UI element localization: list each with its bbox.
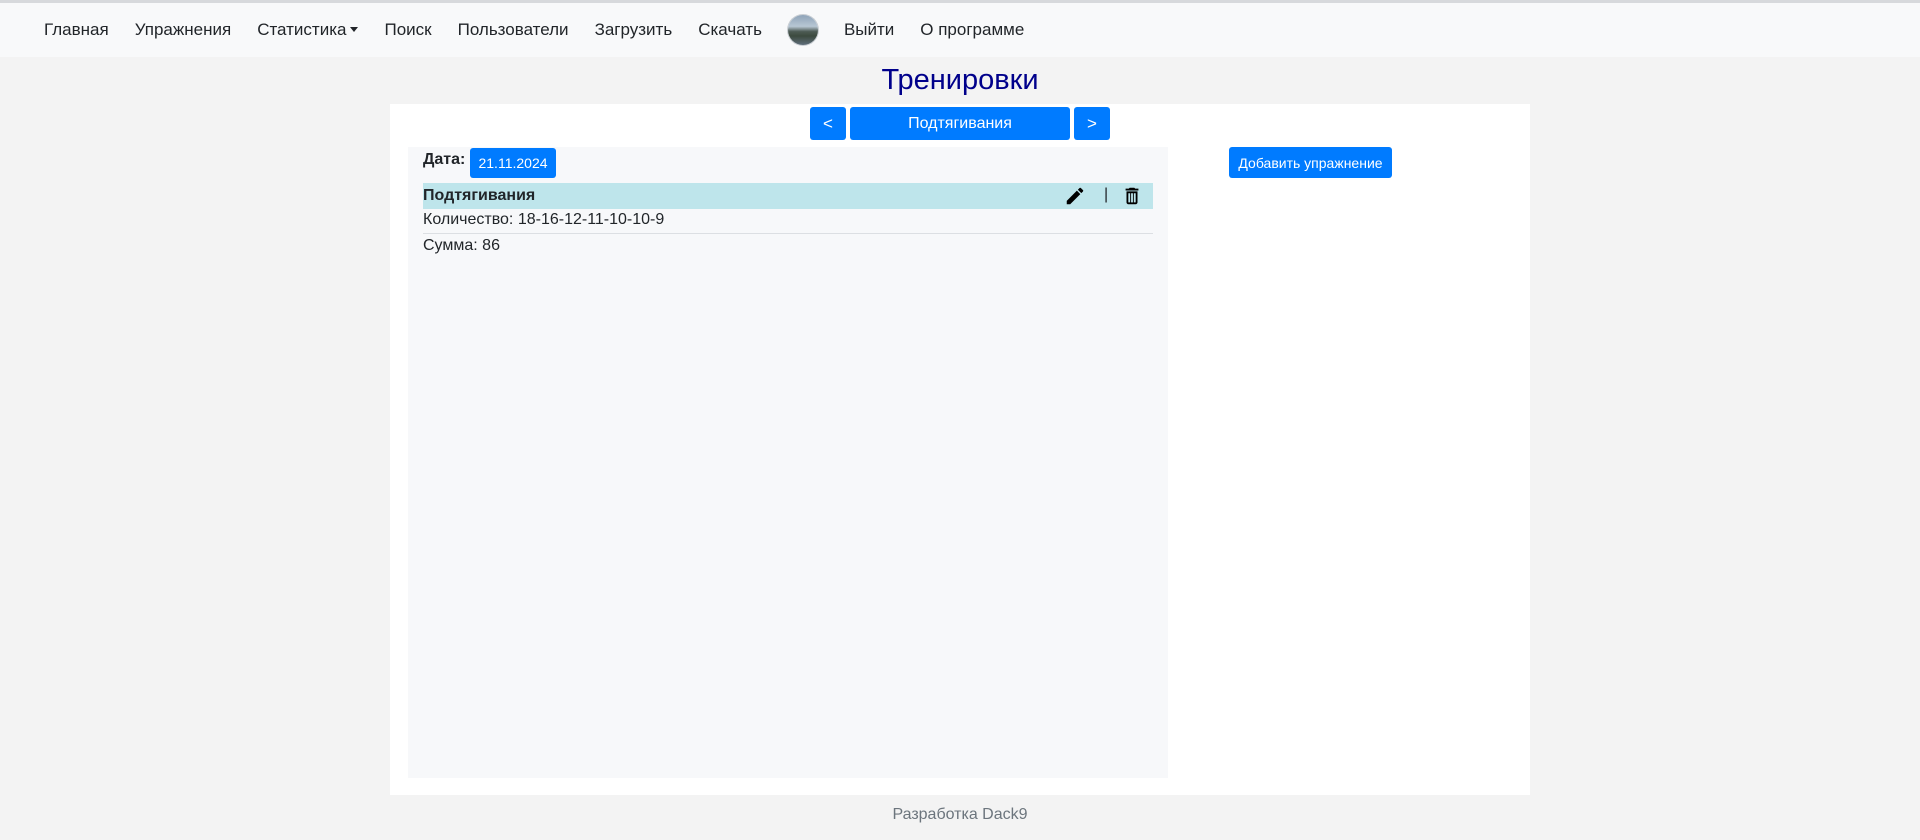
page-title: Тренировки <box>881 64 1039 96</box>
nav-about[interactable]: О программе <box>920 20 1024 40</box>
nav-search[interactable]: Поиск <box>384 20 431 40</box>
nav-statistics-label: Статистика <box>257 20 347 39</box>
sum-row: Сумма: 86 <box>423 237 500 254</box>
navbar: Главная Упражнения Статистика Поиск Поль… <box>0 3 1920 57</box>
nav-upload[interactable]: Загрузить <box>595 20 673 40</box>
user-avatar[interactable] <box>787 15 818 45</box>
date-picker-button[interactable]: 21.11.2024 <box>470 148 556 178</box>
nav-home[interactable]: Главная <box>44 20 109 40</box>
quantity-row: Количество: 18-16-12-11-10-10-9 <box>423 211 1153 234</box>
nav-users[interactable]: Пользователи <box>458 20 569 40</box>
next-exercise-button[interactable]: > <box>1074 107 1110 140</box>
nav-statistics-dropdown[interactable]: Статистика <box>257 20 359 40</box>
footer-credit: Разработка Dack9 <box>892 806 1028 823</box>
pencil-icon[interactable] <box>1064 185 1086 207</box>
exercise-name: Подтягивания <box>423 187 536 204</box>
nav-logout[interactable]: Выйти <box>844 20 894 40</box>
workout-list-panel <box>408 147 1168 778</box>
exercise-selector-button[interactable]: Подтягивания <box>850 107 1070 140</box>
caret-down-icon <box>350 27 359 32</box>
prev-exercise-button[interactable]: < <box>810 107 846 140</box>
add-exercise-button[interactable]: Добавить упражнение <box>1229 147 1392 178</box>
date-label: Дата: <box>423 151 466 168</box>
trash-icon[interactable] <box>1121 185 1143 207</box>
action-separator: | <box>1104 186 1109 203</box>
nav-download[interactable]: Скачать <box>698 20 762 40</box>
nav-exercises[interactable]: Упражнения <box>135 20 231 40</box>
exercise-header-row: Подтягивания | <box>423 183 1153 209</box>
